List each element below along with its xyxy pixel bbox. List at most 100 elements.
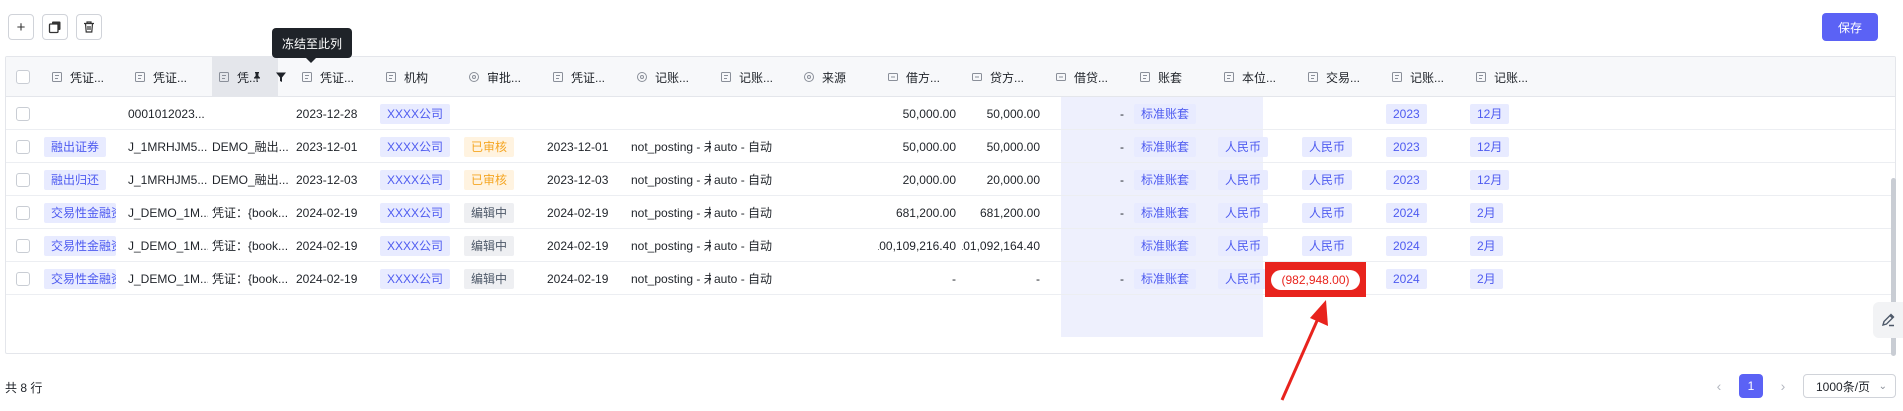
- cell-org: XXXX公司: [380, 262, 460, 295]
- tag: 融出归还: [44, 169, 107, 190]
- table-header: 凭证... 凭证... 凭... 凭证... 机构 审批... 凭证... 记账... 记账..…: [6, 57, 1895, 97]
- column-header-6[interactable]: 审批...: [468, 57, 548, 97]
- cell-type: 交易性金融资产: [44, 229, 124, 262]
- table-row[interactable]: 交易性金融资产 J_DEMO_1M... 凭证：{book... 2024-02-19…: [6, 229, 1895, 262]
- row-checkbox[interactable]: [16, 271, 30, 286]
- cell-year: 2024: [1386, 196, 1466, 229]
- field-doc-icon: [1391, 71, 1403, 83]
- cell-trade-currency: 人民币: [1302, 163, 1382, 196]
- tag: 2月: [1470, 202, 1503, 223]
- column-header-1[interactable]: 凭证...: [51, 57, 131, 97]
- tag: 12月: [1470, 103, 1510, 124]
- save-button[interactable]: 保存: [1822, 13, 1878, 41]
- add-button[interactable]: +: [8, 14, 34, 40]
- select-all-checkbox[interactable]: [16, 70, 30, 84]
- cell-month: 12月: [1470, 163, 1550, 196]
- column-header-label: 凭证...: [70, 70, 105, 85]
- cell-org: XXXX公司: [380, 196, 460, 229]
- table-row[interactable]: 交易性金融资产 J_DEMO_1M... 凭证：{book... 2024-02-19…: [6, 196, 1895, 229]
- pin-icon[interactable]: [251, 71, 263, 83]
- tag: 交易性金融资产: [44, 268, 116, 289]
- cell-voucher-date: 2023-12-03: [547, 172, 609, 187]
- column-header-13[interactable]: 借贷...: [1055, 57, 1135, 97]
- tag: XXXX公司: [380, 235, 451, 256]
- cell-diff: -: [1120, 106, 1124, 121]
- row-checkbox[interactable]: [16, 139, 30, 154]
- column-header-2[interactable]: 凭证...: [134, 57, 214, 97]
- total-rows: 共 8 行: [5, 381, 43, 395]
- field-select-icon: [803, 71, 815, 83]
- tag: 标准账套: [1134, 268, 1197, 289]
- delete-button[interactable]: [76, 14, 102, 40]
- table-row[interactable]: 交易性金融资产 J_DEMO_1M... 凭证：{book... 2024-02-19…: [6, 262, 1895, 295]
- cell-source: [714, 97, 794, 130]
- next-page-button[interactable]: ›: [1775, 375, 1791, 397]
- cell-source: auto - 自动: [714, 140, 773, 154]
- table-row[interactable]: 0001012023... 2023-12-28 XXXX公司 50,000.00 50…: [6, 97, 1895, 130]
- row-checkbox[interactable]: [16, 106, 30, 121]
- field-doc-icon: [720, 71, 732, 83]
- edit-float-button[interactable]: [1873, 302, 1903, 338]
- field-doc-icon: [1139, 71, 1151, 83]
- column-header-label: 借贷...: [1074, 70, 1109, 85]
- field-doc-icon: [51, 71, 63, 83]
- status-badge: 编辑中: [464, 268, 515, 289]
- copy-button[interactable]: [42, 14, 68, 40]
- tag: 2024: [1386, 235, 1427, 256]
- cell-year: 2024: [1386, 229, 1466, 262]
- column-header-9[interactable]: 记账...: [720, 57, 800, 97]
- prev-page-button[interactable]: ‹: [1711, 375, 1727, 397]
- column-header-18[interactable]: 记账...: [1475, 57, 1555, 97]
- table-row[interactable]: 融出归还 J_1MRHJM5... DEMO_融出... 2023-12-03 XXXX…: [6, 163, 1895, 196]
- page-1-button[interactable]: 1: [1739, 374, 1763, 398]
- cell-book: 标准账套: [1134, 196, 1214, 229]
- cell-type: 交易性金融资产: [44, 262, 124, 295]
- column-header-3[interactable]: 凭...: [212, 57, 278, 97]
- column-header-14[interactable]: 账套: [1139, 57, 1219, 97]
- cell-type: 交易性金融资产: [44, 196, 124, 229]
- cell-summary: 凭证：{book...: [212, 272, 289, 286]
- field-doc-icon: [1307, 71, 1319, 83]
- cell-year: 2024: [1386, 262, 1466, 295]
- field-number-icon: [971, 71, 983, 83]
- cell-base-currency: 人民币: [1218, 229, 1298, 262]
- cell-source: auto - 自动: [714, 272, 773, 286]
- row-checkbox[interactable]: [16, 205, 30, 220]
- column-header-4[interactable]: 凭证...: [301, 57, 381, 97]
- column-header-7[interactable]: 凭证...: [552, 57, 632, 97]
- column-header-16[interactable]: 交易...: [1307, 57, 1387, 97]
- cell-debit: 50,000.00: [902, 139, 956, 154]
- tag: 交易性金融资产: [44, 235, 116, 256]
- cell-source: auto - 自动: [714, 206, 773, 220]
- row-checkbox[interactable]: [16, 172, 30, 187]
- tag: XXXX公司: [380, 103, 451, 124]
- column-header-label: 贷方...: [990, 70, 1025, 85]
- tag: XXXX公司: [380, 268, 451, 289]
- cell-diff: -: [1120, 205, 1124, 220]
- cell-posting: not_posting - 未: [631, 272, 711, 286]
- column-header-17[interactable]: 记账...: [1391, 57, 1471, 97]
- column-header-5[interactable]: 机构: [385, 57, 465, 97]
- cell-posting: not_posting - 未: [631, 140, 711, 154]
- column-header-15[interactable]: 本位...: [1223, 57, 1303, 97]
- column-header-10[interactable]: 来源: [803, 57, 883, 97]
- column-header-label: 记账...: [655, 70, 690, 85]
- cell-credit: 101,092,164.40: [962, 238, 1040, 253]
- cell-summary: DEMO_融出...: [212, 140, 289, 154]
- toolbar: +: [8, 14, 102, 40]
- column-header-12[interactable]: 贷方...: [971, 57, 1051, 97]
- page-size-select[interactable]: 1000条/页 ⌄: [1803, 374, 1896, 398]
- cell-month: 2月: [1470, 262, 1550, 295]
- filter-icon[interactable]: [275, 71, 287, 83]
- cell-trade-currency: 人民币: [1302, 229, 1382, 262]
- cell-year: 2023: [1386, 163, 1466, 196]
- column-header-11[interactable]: 借方...: [887, 57, 967, 97]
- table-row[interactable]: 融出证券 J_1MRHJM5... DEMO_融出... 2023-12-01 XXXX…: [6, 130, 1895, 163]
- column-header-8[interactable]: 记账...: [636, 57, 716, 97]
- tag: 2024: [1386, 202, 1427, 223]
- cell-credit: 50,000.00: [986, 139, 1040, 154]
- row-checkbox[interactable]: [16, 238, 30, 253]
- select-all-checkbox-cell: [16, 57, 36, 97]
- cell-year: 2023: [1386, 97, 1466, 130]
- status-badge: 已审核: [464, 169, 515, 190]
